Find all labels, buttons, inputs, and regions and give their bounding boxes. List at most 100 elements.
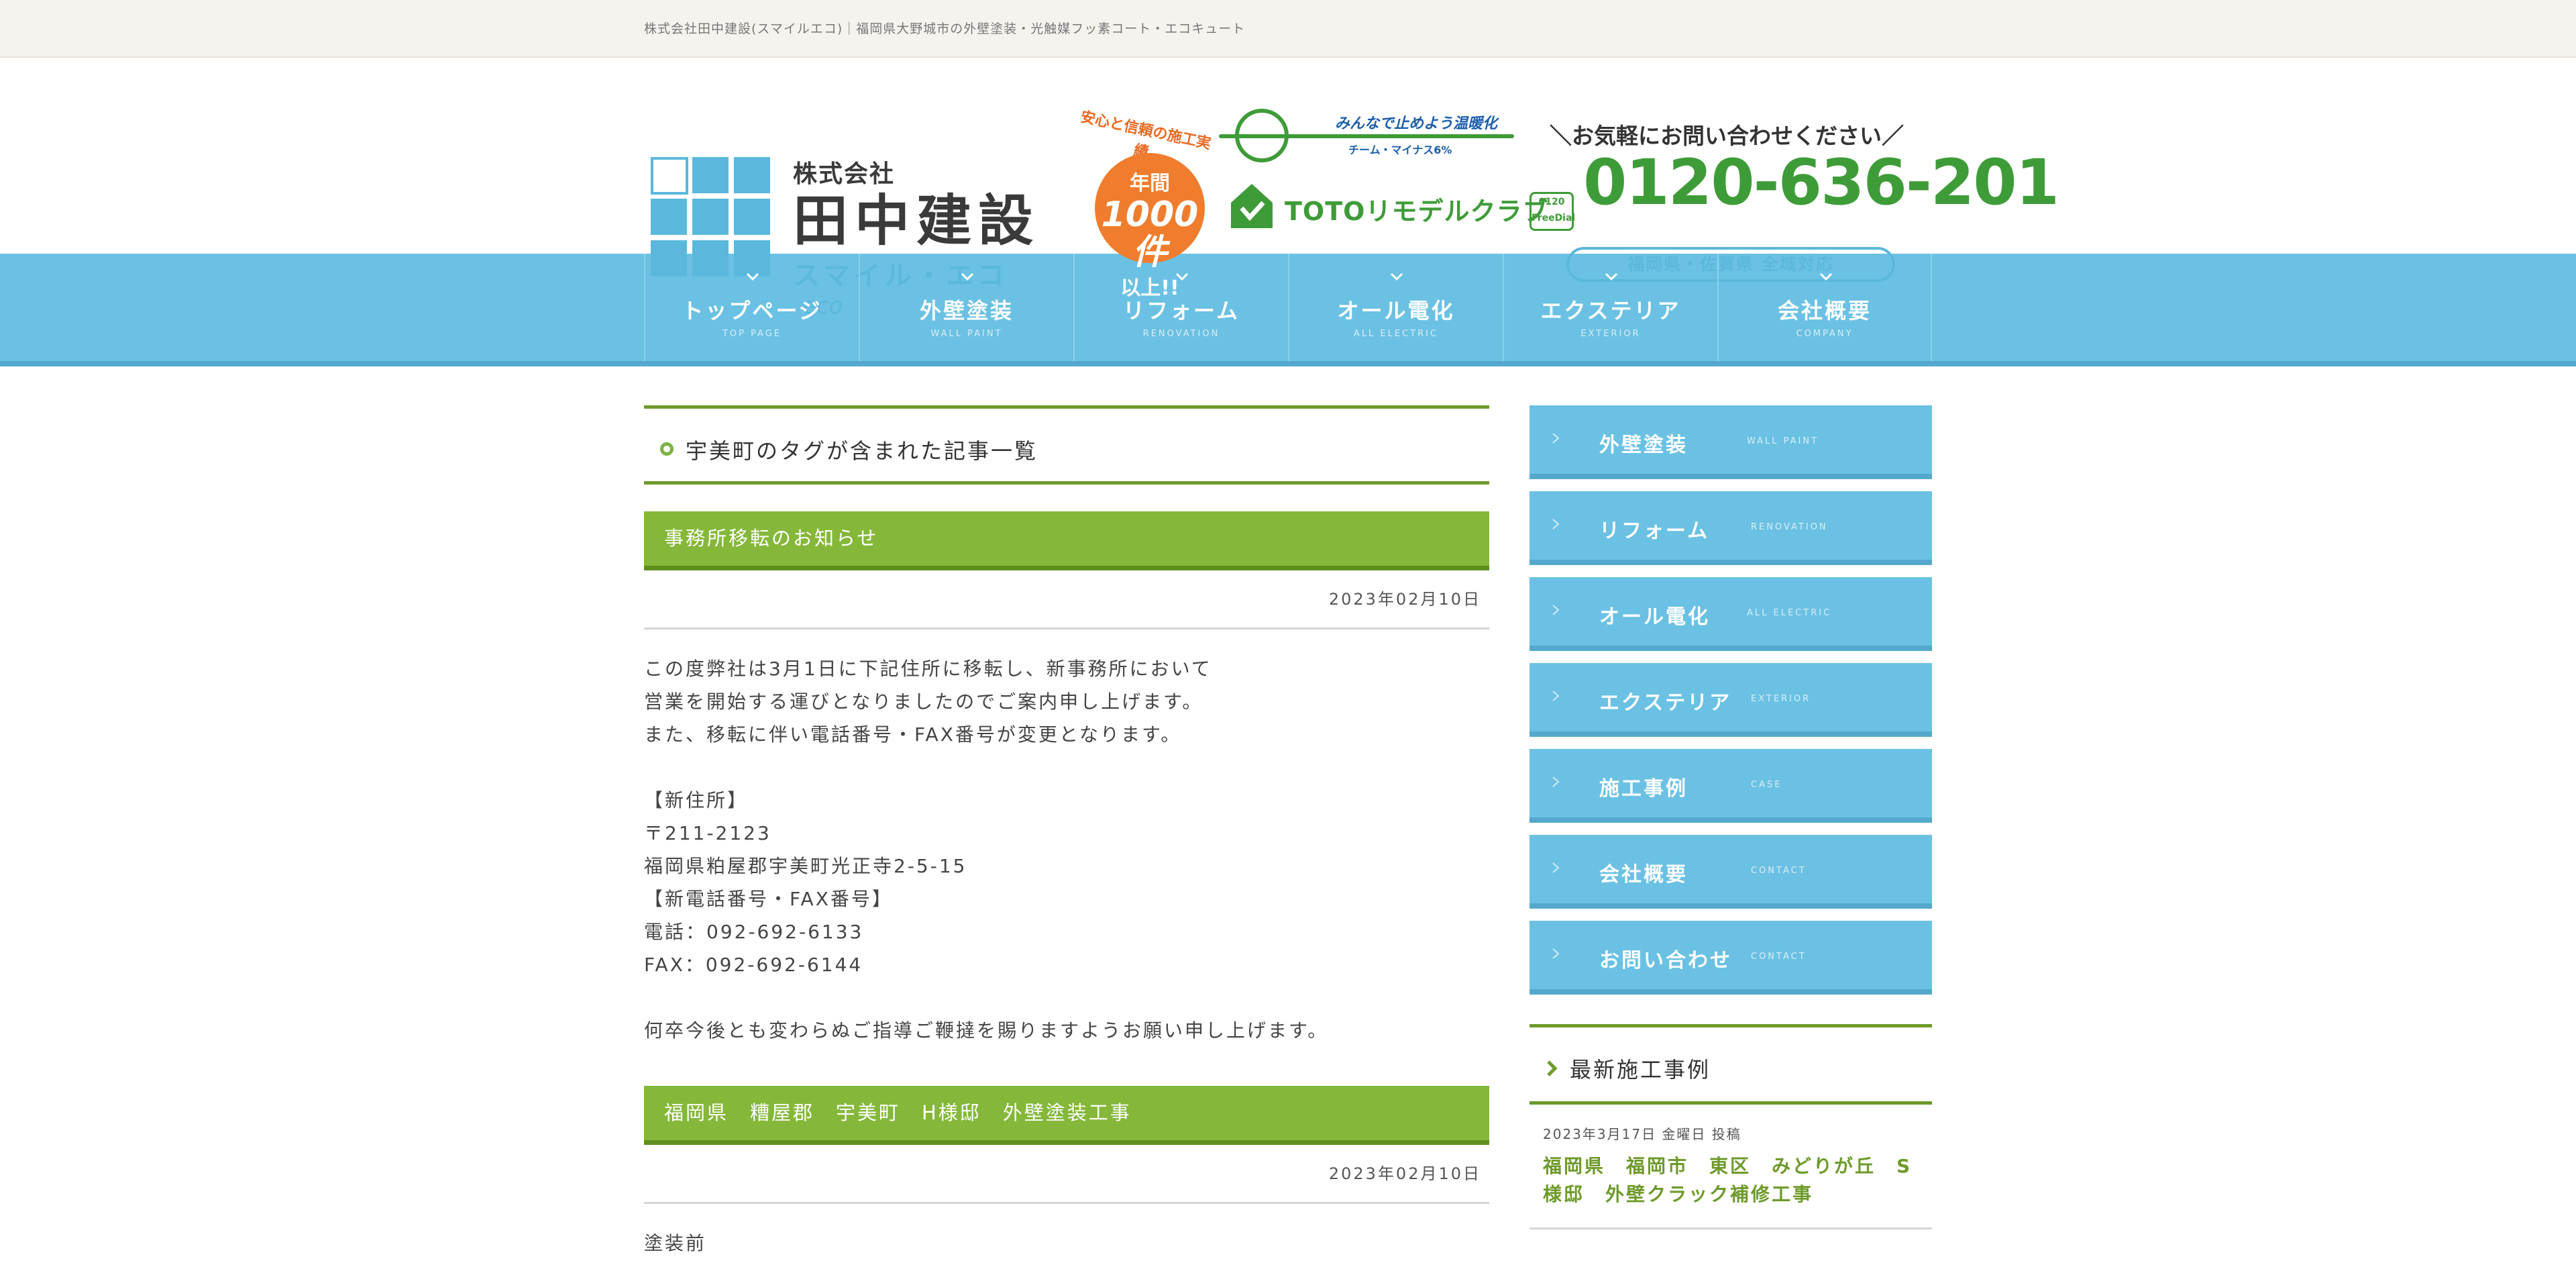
sidebar-label: 会社概要 (1599, 863, 1688, 887)
archive-title: 宇美町のタグが含まれた記事一覧 (686, 438, 1038, 464)
post-line: 〒211-2123 (644, 822, 771, 844)
badge-circle: 年間 1000件 以上!! (1095, 153, 1205, 300)
chevron-down-icon (746, 272, 759, 281)
nav-sublabel: RENOVATION (1142, 329, 1220, 339)
post-body-2: 塗装前 (644, 1204, 1489, 1260)
sidebar-label: 施工事例 (1599, 777, 1688, 801)
freedial-icon: 0120 FreeDial (1529, 192, 1576, 231)
chevron-right-icon (1552, 776, 1560, 787)
sidebar-sublabel: EXTERIOR (1751, 694, 1811, 704)
archive-heading: 宇美町のタグが含まれた記事一覧 (644, 405, 1489, 485)
nav-label: 会社概要 (1777, 298, 1872, 323)
nav-item-top[interactable]: トップページ TOP PAGE (644, 254, 859, 361)
sidebar-sublabel: ALL ELECTRIC (1747, 608, 1832, 618)
post-line: 営業を開始する運びとなりましたのでご案内申し上げます。 (644, 691, 1203, 713)
sidebar-label: お問い合わせ (1599, 949, 1732, 972)
recent-case-item: 2023年3月17日 金曜日 投稿 福岡県 福岡市 東区 みどりが丘 S様邸 外… (1529, 1105, 1932, 1229)
sidebar-sublabel: RENOVATION (1751, 522, 1828, 532)
nav-sublabel: ALL ELECTRIC (1353, 329, 1439, 339)
site-header: 株式会社 田中建設 スマイル・エコeco 安心と信頼の施工実績 年間 1000件… (0, 58, 2576, 319)
freedial-bottom: FreeDial (1532, 213, 1576, 223)
warm-line1: みんなで止めよう温暖化 (1335, 115, 1498, 132)
warm-line2: チーム・マイナス6% (1348, 144, 1452, 156)
sidebar-item-all-electric[interactable]: オール電化 ALL ELECTRIC (1529, 577, 1932, 651)
nav-item-all-electric[interactable]: オール電化 ALL ELECTRIC (1288, 254, 1503, 361)
nav-item-renovation[interactable]: リフォーム RENOVATION (1073, 254, 1288, 361)
recent-cases-title: 最新施工事例 (1570, 1057, 1711, 1082)
company-logo[interactable]: 株式会社 田中建設 スマイル・エコeco (644, 98, 1040, 319)
nav-label: 外壁塗装 (919, 298, 1014, 323)
nav-label: オール電化 (1337, 298, 1455, 323)
badge-line1: 年間 (1130, 172, 1170, 195)
chevron-down-icon (961, 272, 974, 281)
nav-sublabel: COMPANY (1796, 329, 1854, 339)
post-date-2: 2023年02月10日 (644, 1145, 1489, 1204)
post-line: 塗装前 (644, 1232, 707, 1254)
nav-sublabel: WALL PAINT (930, 329, 1003, 339)
chevron-right-icon (1552, 433, 1560, 444)
post-line: FAX：092-692-6144 (644, 954, 863, 976)
sidebar-sublabel: CONTACT (1751, 952, 1807, 962)
nav-label: エクステリア (1540, 298, 1681, 323)
chevron-down-icon (1819, 272, 1833, 281)
main-nav: トップページ TOP PAGE 外壁塗装 WALL PAINT リフォーム RE… (0, 254, 2576, 366)
globe-icon (1219, 109, 1514, 162)
chevron-right-icon (1552, 691, 1560, 701)
sidebar-sublabel: WALL PAINT (1747, 436, 1819, 446)
sidebar-item-company[interactable]: 会社概要 CONTACT (1529, 835, 1932, 909)
team-minus6-logo: みんなで止めよう温暖化 チーム・マイナス6% (1219, 107, 1519, 165)
logo-kabushiki: 株式会社 (793, 160, 896, 188)
sidebar-item-contact[interactable]: お問い合わせ CONTACT (1529, 921, 1932, 995)
recent-case-meta: 2023年3月17日 金曜日 投稿 (1543, 1126, 1741, 1142)
nav-sublabel: TOP PAGE (722, 329, 782, 339)
post-line: 電話：092-692-6133 (644, 921, 864, 943)
post-line: 何卒今後とも変わらぬご指導ご鞭撻を賜りますようお願い申し上げます。 (644, 1019, 1329, 1042)
nav-label: トップページ (682, 298, 822, 323)
post-title-1[interactable]: 事務所移転のお知らせ (644, 511, 1489, 570)
nav-item-company[interactable]: 会社概要 COMPANY (1717, 254, 1932, 361)
post-line: また、移転に伴い電話番号・FAX番号が変更となります。 (644, 723, 1182, 746)
post-line: 福岡県粕屋郡宇美町光正寺2-5-15 (644, 855, 967, 877)
circle-bullet-icon (660, 442, 674, 456)
nav-label: リフォーム (1122, 298, 1240, 323)
nav-item-exterior[interactable]: エクステリア EXTERIOR (1503, 254, 1717, 361)
post-title-2[interactable]: 福岡県 糟屋郡 宇美町 H様邸 外壁塗装工事 (644, 1086, 1489, 1145)
sidebar-sublabel: CONTACT (1751, 866, 1807, 876)
sidebar-label: 外壁塗装 (1599, 434, 1688, 457)
chevron-right-icon (1552, 605, 1560, 615)
chevron-right-icon (1552, 862, 1560, 873)
logo-company-name: 田中建設 (793, 189, 1040, 253)
phone-number[interactable]: 0120-636-201 (1583, 146, 2059, 219)
post-line: この度弊社は3月1日に下記住所に移転し、新事務所において (644, 658, 1212, 680)
site-tagline: 株式会社田中建設(スマイルエコ)｜福岡県大野城市の外壁塗装・光触媒フッ素コート・… (644, 21, 1246, 36)
partner-logos: みんなで止めよう温暖化 チーム・マイナス6% TOTOリモデルクラブ (1219, 107, 1548, 242)
chevron-down-icon (1390, 272, 1403, 281)
post-date-1: 2023年02月10日 (644, 570, 1489, 629)
recent-case-link[interactable]: 福岡県 福岡市 東区 みどりが丘 S様邸 外壁クラック補修工事 (1543, 1152, 1919, 1209)
contact-ask: ＼お気軽にお問い合わせください／ (1550, 123, 1904, 149)
post-line: 【新住所】 (644, 789, 749, 811)
house-icon (1231, 184, 1273, 228)
chevron-right-icon (1547, 1060, 1558, 1076)
content-column: 宇美町のタグが含まれた記事一覧 事務所移転のお知らせ 2023年02月10日 こ… (644, 405, 1489, 1260)
chevron-right-icon (1552, 519, 1560, 529)
sidebar-item-renovation[interactable]: リフォーム RENOVATION (1529, 491, 1932, 565)
post-line: 【新電話番号・FAX番号】 (644, 888, 893, 910)
sidebar-label: リフォーム (1599, 519, 1710, 543)
sidebar-item-wall-paint[interactable]: 外壁塗装 WALL PAINT (1529, 405, 1932, 479)
nav-sublabel: EXTERIOR (1580, 329, 1641, 339)
sidebar-item-case[interactable]: 施工事例 CASE (1529, 749, 1932, 823)
achievement-badge: 安心と信頼の施工実績 年間 1000件 以上!! (1073, 109, 1214, 300)
freedial-top: 0120 (1538, 197, 1565, 207)
sidebar-sublabel: CASE (1751, 780, 1782, 790)
recent-cases-heading: 最新施工事例 (1529, 1024, 1932, 1105)
toto-text: TOTOリモデルクラブ (1285, 197, 1549, 226)
chevron-right-icon (1552, 948, 1560, 959)
nav-item-wall-paint[interactable]: 外壁塗装 WALL PAINT (859, 254, 1073, 361)
chevron-down-icon (1175, 272, 1189, 281)
sidebar-label: エクステリア (1599, 691, 1732, 715)
post-body-1: この度弊社は3月1日に下記住所に移転し、新事務所において 営業を開始する運びとな… (644, 629, 1489, 1047)
sidebar-item-exterior[interactable]: エクステリア EXTERIOR (1529, 663, 1932, 737)
